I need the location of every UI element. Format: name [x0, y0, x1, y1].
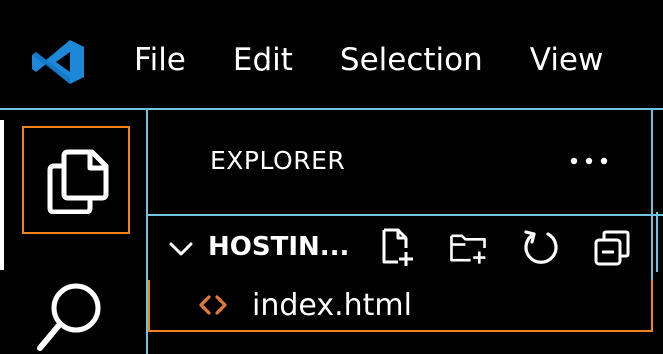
menu-file[interactable]: File	[134, 38, 186, 82]
activity-bar	[0, 110, 148, 354]
active-indicator	[0, 120, 4, 270]
new-file-icon	[382, 228, 413, 266]
explorer-title: EXPLORER	[210, 146, 346, 175]
ellipsis-icon[interactable]	[566, 146, 612, 176]
search-view-button[interactable]	[30, 278, 110, 354]
menu-edit[interactable]: Edit	[233, 38, 293, 82]
section-actions	[376, 228, 632, 268]
title-bar: File Edit Selection View	[0, 0, 663, 110]
workspace-section-header[interactable]: HOSTIN...	[148, 214, 653, 280]
editor-edge-line	[656, 212, 658, 272]
workspace-title: HOSTIN...	[208, 232, 350, 262]
new-folder-icon	[450, 234, 486, 264]
search-icon	[37, 283, 101, 351]
refresh-button[interactable]	[520, 228, 560, 268]
chevron-down-icon	[169, 242, 193, 256]
menu-bar: File Edit Selection View	[134, 38, 603, 82]
files-icon	[47, 149, 109, 214]
explorer-header: EXPLORER	[148, 110, 653, 214]
explorer-view-button[interactable]	[22, 126, 130, 234]
new-folder-button[interactable]	[448, 228, 488, 268]
new-file-button[interactable]	[376, 228, 416, 268]
collapse-all-button[interactable]	[592, 228, 632, 268]
menu-selection[interactable]: Selection	[340, 38, 483, 82]
refresh-icon	[524, 230, 558, 264]
collapse-all-icon	[594, 230, 630, 266]
explorer-panel: EXPLORER HOSTIN... index.html	[148, 110, 663, 354]
html-code-icon	[199, 295, 227, 315]
menu-view[interactable]: View	[530, 38, 604, 82]
file-item-index-html[interactable]: index.html	[148, 280, 653, 332]
vscode-window: File Edit Selection View EXPLORER HOSTIN…	[0, 0, 663, 354]
vscode-logo-icon	[32, 40, 84, 84]
editor-edge	[653, 214, 663, 354]
file-name: index.html	[252, 288, 412, 323]
